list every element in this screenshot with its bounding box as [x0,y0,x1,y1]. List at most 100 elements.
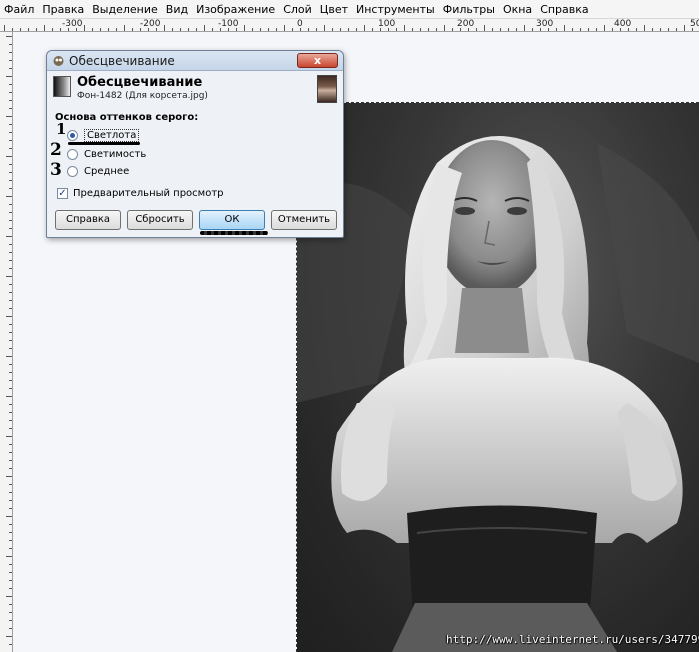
radio-luminosity[interactable]: Светимость [67,147,146,161]
ruler-tick [388,28,389,31]
ruler-tick [9,428,12,429]
annotation-underline [68,142,140,145]
ruler-tick [340,28,341,31]
ruler-tick [36,28,37,31]
ruler-label: -200 [140,19,161,29]
ruler-tick [9,500,12,501]
horizontal-ruler[interactable]: -300 -200 -100 0 100 200 300 400 500 [0,19,699,32]
menu-edit[interactable]: Правка [38,3,88,16]
checkmark-icon[interactable]: ✓ [57,187,68,199]
image-thumbnail [317,75,337,103]
menu-view[interactable]: Вид [162,3,192,16]
ruler-tick [116,28,117,31]
ruler-tick [6,156,12,157]
menu-image[interactable]: Изображение [192,3,279,16]
radio-lightness[interactable]: Светлота [67,128,140,142]
cancel-button[interactable]: Отменить [271,210,337,230]
ruler-tick [6,556,12,557]
menu-select[interactable]: Выделение [88,3,162,16]
ruler-tick [9,372,12,373]
ruler-tick [9,620,12,621]
menu-bar: Файл Правка Выделение Вид Изображение Сл… [0,0,699,19]
menu-file[interactable]: Файл [0,3,38,16]
radio-button-icon[interactable] [67,129,78,141]
ruler-tick [564,25,565,31]
vertical-ruler[interactable] [0,32,13,652]
preview-checkbox[interactable]: ✓ Предварительный просмотр [57,186,224,200]
ruler-tick [9,572,12,573]
ruler-tick [220,28,221,31]
close-button[interactable]: x [297,53,338,68]
ruler-tick [420,28,421,31]
ruler-tick [9,492,12,493]
ruler-tick [620,28,621,31]
ruler-tick [6,396,12,397]
ruler-tick [9,564,12,565]
ruler-tick [316,28,317,31]
help-button[interactable]: Справка [55,210,121,230]
ruler-tick [180,28,181,31]
ruler-tick [9,420,12,421]
ruler-tick [532,28,533,31]
ruler-tick [9,532,12,533]
ruler-tick [6,516,12,517]
ruler-tick [9,524,12,525]
dialog-title: Обесцвечивание [69,54,175,68]
ruler-tick [9,148,12,149]
preview-label: Предварительный просмотр [73,187,224,199]
ruler-tick [500,28,501,31]
ruler-tick [9,60,12,61]
ruler-tick [6,476,12,477]
reset-button[interactable]: Сбросить [127,210,193,230]
ruler-tick [324,25,325,31]
menu-windows[interactable]: Окна [499,3,536,16]
ruler-tick [612,28,613,31]
ruler-tick [636,28,637,31]
menu-layer[interactable]: Слой [279,3,316,16]
menu-help[interactable]: Справка [536,3,592,16]
ruler-tick [9,460,12,461]
ruler-tick [260,28,261,31]
radio-average[interactable]: Среднее [67,164,129,178]
ruler-tick [228,28,229,31]
ruler-tick [164,25,165,31]
menu-filters[interactable]: Фильтры [439,3,499,16]
ruler-tick [9,188,12,189]
radio-button-icon[interactable] [67,165,78,177]
radio-button-icon[interactable] [67,148,78,160]
ruler-tick [284,25,285,31]
menu-tools[interactable]: Инструменты [352,3,439,16]
image-canvas[interactable] [297,103,699,652]
ruler-tick [9,204,12,205]
annotation-number: 2 [50,140,62,160]
ruler-label: 300 [536,19,554,29]
dialog-header: Обесцвечивание Фон-1482 (Для корсета.jpg… [51,75,339,107]
watermark-url: http://www.liveinternet.ru/users/3477996… [446,633,699,646]
ruler-tick [6,356,12,357]
ruler-tick [9,44,12,45]
ruler-tick [9,348,12,349]
dialog-titlebar[interactable]: Обесцвечивание x [47,51,343,71]
ruler-tick [9,220,12,221]
ruler-tick [404,25,405,31]
ruler-tick [9,180,12,181]
ruler-tick [628,28,629,31]
radio-label: Светлота [84,128,140,142]
ruler-tick [524,25,525,31]
annotation-number: 3 [50,160,62,180]
ruler-tick [196,28,197,31]
ok-button[interactable]: ОК [199,210,265,230]
ruler-tick [244,25,245,31]
ruler-tick [140,28,141,31]
ruler-tick [6,316,12,317]
ruler-tick [540,28,541,31]
ruler-tick [9,604,12,605]
ruler-tick [9,68,12,69]
portrait-painting [297,103,699,652]
ruler-tick [12,28,13,31]
ruler-tick [428,28,429,31]
ruler-tick [516,28,517,31]
ruler-tick [52,28,53,31]
menu-colors[interactable]: Цвет [316,3,352,16]
ruler-tick [9,452,12,453]
